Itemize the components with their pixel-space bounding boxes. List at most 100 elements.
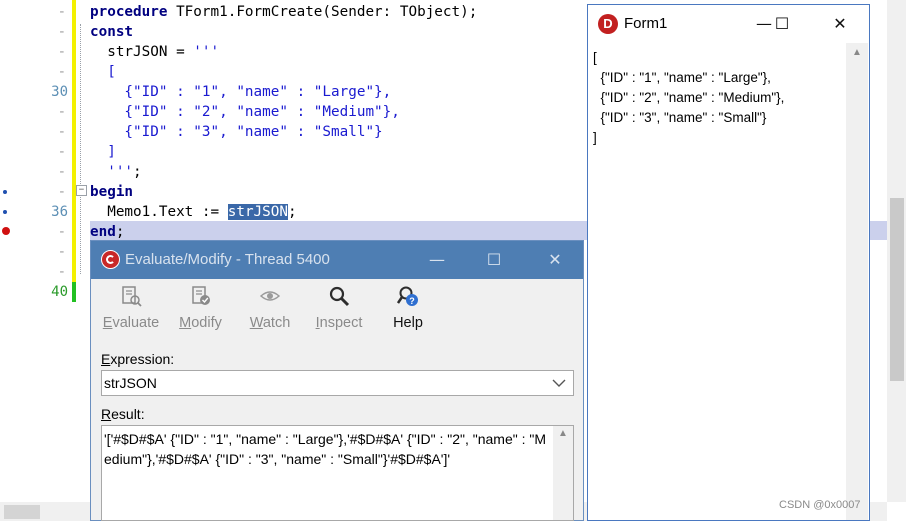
help-button[interactable]: ? Help xyxy=(383,285,433,335)
line-number: 30 xyxy=(51,84,68,100)
tool-label: odify xyxy=(191,315,222,331)
scroll-up-arrow-icon[interactable]: ▲ xyxy=(558,428,568,439)
line-number: 40 xyxy=(51,284,68,300)
code-line-assign[interactable]: Memo1.Text := strJSON; xyxy=(90,202,297,222)
memo-line: {"ID" : "3", "name" : "Small"} xyxy=(593,110,767,125)
line-tick: - xyxy=(57,164,66,180)
form1-titlebar[interactable]: D Form1 — ☐ ✕ xyxy=(588,5,869,43)
delphi-logo-icon: D xyxy=(598,14,618,34)
code-text: TForm1.FormCreate(Sender: TObject); xyxy=(167,4,478,20)
gutter-line[interactable]: - xyxy=(0,142,72,162)
code-line-end[interactable]: end; xyxy=(90,222,124,242)
editor-vertical-scroll-thumb[interactable] xyxy=(890,198,904,381)
evaluate-modify-dialog[interactable]: Evaluate/Modify - Thread 5400 — ☐ ✕ Eval… xyxy=(90,240,584,521)
code-line-json-open[interactable]: [ xyxy=(90,62,116,82)
scroll-up-arrow-icon[interactable]: ▲ xyxy=(852,47,862,58)
inspect-button[interactable]: Inspect xyxy=(311,285,367,335)
memo-line: {"ID" : "2", "name" : "Medium"}, xyxy=(593,90,785,105)
result-textarea[interactable]: '['#$D#$A' {"ID" : "1", "name" : "Large"… xyxy=(101,425,574,521)
gutter-line[interactable]: - xyxy=(0,102,72,122)
string-literal: ''' xyxy=(193,44,220,60)
form1-window[interactable]: D Form1 — ☐ ✕ [ {"ID" : "1", "name" : "L… xyxy=(587,4,870,521)
gutter-line[interactable]: - xyxy=(0,122,72,142)
watermark: CSDN @0x0007 xyxy=(779,499,861,511)
gutter-line[interactable]: - xyxy=(0,2,72,22)
keyword: end xyxy=(90,224,116,240)
tool-label: W xyxy=(249,315,263,331)
executable-line-dot-icon[interactable] xyxy=(3,210,7,214)
line-tick: - xyxy=(57,124,66,140)
dialog-titlebar[interactable]: Evaluate/Modify - Thread 5400 — ☐ ✕ xyxy=(91,241,583,279)
code-text: strJSON = xyxy=(90,44,194,60)
executable-line-dot-icon[interactable] xyxy=(3,190,7,194)
gutter-line[interactable]: - xyxy=(0,22,72,42)
code-line-json-3[interactable]: {"ID" : "3", "name" : "Small"} xyxy=(90,122,382,142)
code-line-const[interactable]: const xyxy=(90,22,133,42)
memo-vertical-scrollbar[interactable]: ▲ xyxy=(846,43,868,520)
close-button[interactable]: ✕ xyxy=(540,247,570,273)
expression-combobox[interactable] xyxy=(101,370,574,396)
code-line-procedure[interactable]: procedure TForm1.FormCreate(Sender: TObj… xyxy=(90,2,477,22)
memo1-textarea[interactable]: [ {"ID" : "1", "name" : "Large"}, {"ID" … xyxy=(589,43,845,520)
line-tick: - xyxy=(57,24,66,40)
line-tick: - xyxy=(57,4,66,20)
keyword: begin xyxy=(90,184,134,200)
line-tick: - xyxy=(57,224,66,240)
expression-label: Expression: xyxy=(101,351,175,367)
maximize-button[interactable]: ☐ xyxy=(479,247,509,273)
close-button[interactable]: ✕ xyxy=(825,11,855,37)
evaluate-button[interactable]: Evaluate xyxy=(101,285,161,335)
dialog-title: Evaluate/Modify - Thread 5400 xyxy=(125,251,330,268)
gutter-line[interactable]: - xyxy=(0,182,72,202)
gutter-line[interactable]: - xyxy=(0,42,72,62)
selected-text[interactable]: strJSON xyxy=(227,204,288,220)
code-line-strjson[interactable]: strJSON = ''' xyxy=(90,42,219,62)
result-label: Result: xyxy=(101,406,145,422)
gutter-line[interactable]: - xyxy=(0,242,72,262)
inspect-magnifier-icon xyxy=(329,286,350,307)
delphi-logo-icon xyxy=(101,250,120,269)
editor-horizontal-scroll-thumb[interactable] xyxy=(4,505,40,519)
code-line-json-2[interactable]: {"ID" : "2", "name" : "Medium"}, xyxy=(90,102,399,122)
line-number: 36 xyxy=(51,204,68,220)
gutter-line[interactable]: 36 xyxy=(0,202,72,222)
chevron-down-icon[interactable] xyxy=(551,373,567,396)
modify-button[interactable]: Modify xyxy=(173,285,228,335)
evaluate-icon xyxy=(122,286,142,307)
breakpoint-icon[interactable] xyxy=(2,227,10,235)
code-text: Memo1.Text := xyxy=(90,204,228,220)
tool-label: Help xyxy=(393,315,423,331)
help-icon: ? xyxy=(397,286,418,306)
memo-line: ] xyxy=(593,130,597,145)
minimize-button[interactable]: — xyxy=(422,247,452,273)
gutter-line[interactable]: - xyxy=(0,162,72,182)
modify-icon xyxy=(191,286,210,305)
result-vertical-scrollbar[interactable]: ▲ xyxy=(553,426,573,520)
expression-input[interactable] xyxy=(102,371,544,395)
tool-label: nspect xyxy=(319,315,363,331)
code-line-json-1[interactable]: {"ID" : "1", "name" : "Large"}, xyxy=(90,82,391,102)
gutter-line[interactable]: - xyxy=(0,262,72,282)
memo-line: {"ID" : "1", "name" : "Large"}, xyxy=(593,70,771,85)
maximize-button[interactable]: ☐ xyxy=(767,11,797,37)
code-text: ; xyxy=(288,204,297,220)
code-line-string-end[interactable]: '''; xyxy=(90,162,141,182)
line-tick: - xyxy=(57,264,66,280)
code-text: ; xyxy=(115,224,125,240)
gutter-line[interactable]: - xyxy=(0,222,72,242)
line-tick: - xyxy=(57,244,66,260)
tool-label: E xyxy=(102,315,113,331)
tool-label: atch xyxy=(262,315,291,331)
gutter-line[interactable]: - xyxy=(0,62,72,82)
gutter-line[interactable]: 40 xyxy=(0,282,72,302)
watch-button[interactable]: Watch xyxy=(243,285,297,335)
fold-toggle-icon[interactable]: − xyxy=(76,185,87,196)
tool-label: valuate xyxy=(112,315,160,331)
gutter-line[interactable]: 30 xyxy=(0,82,72,102)
keyword: const xyxy=(90,24,134,40)
code-line-begin[interactable]: begin xyxy=(90,182,133,202)
tool-label: M xyxy=(179,315,192,331)
fold-guide-line xyxy=(80,24,81,274)
memo-line: [ xyxy=(593,50,597,65)
code-line-json-close[interactable]: ] xyxy=(90,142,116,162)
